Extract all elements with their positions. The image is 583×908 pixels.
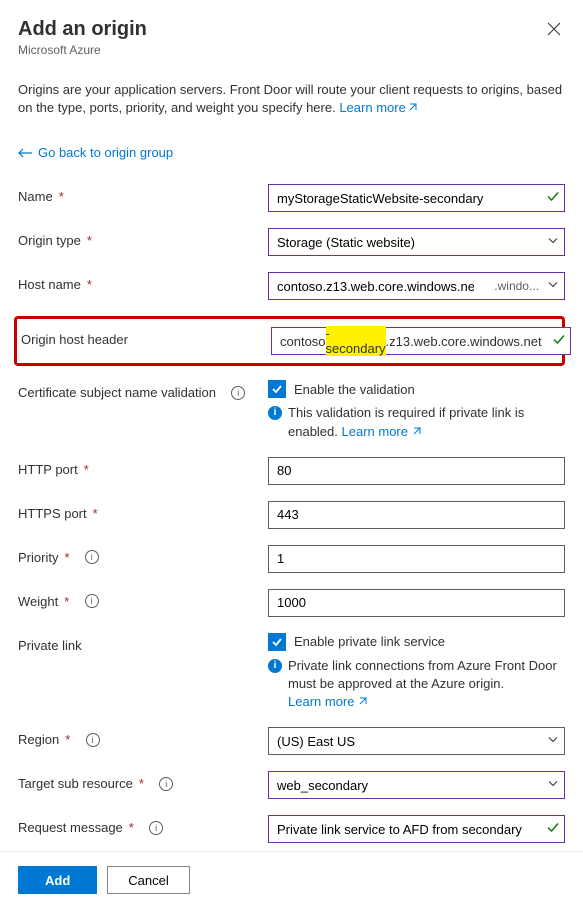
target-sub-resource-label: Target sub resource [18,776,133,791]
intro-learn-more-link[interactable]: Learn more [339,100,417,115]
required-indicator: * [64,550,69,565]
origin-type-select[interactable] [268,228,565,256]
name-label: Name [18,189,53,204]
add-button[interactable]: Add [18,866,97,894]
request-message-label: Request message [18,820,123,835]
origin-host-header-label: Origin host header [21,332,128,347]
info-icon[interactable]: i [86,733,100,747]
private-link-learn-more-link[interactable]: Learn more [288,694,368,709]
origin-host-header-highlight: Origin host header contoso-secondary.z13… [14,316,565,366]
info-icon[interactable]: i [149,821,163,835]
close-button[interactable] [543,18,565,43]
intro-text: Origins are your application servers. Fr… [18,81,565,117]
origin-type-label: Origin type [18,233,81,248]
required-indicator: * [65,732,70,747]
cert-validation-note: This validation is required if private l… [288,404,565,440]
cert-learn-more-link[interactable]: Learn more [342,424,422,439]
weight-label: Weight [18,594,58,609]
host-name-label: Host name [18,277,81,292]
target-sub-resource-select[interactable] [268,771,565,799]
panel-subtitle: Microsoft Azure [18,43,147,57]
cancel-button[interactable]: Cancel [107,866,189,894]
request-message-input[interactable] [268,815,565,843]
info-icon[interactable]: i [231,386,245,400]
arrow-left-icon [18,148,32,158]
back-link[interactable]: Go back to origin group [18,145,565,160]
required-indicator: * [87,277,92,292]
http-port-input[interactable] [268,457,565,485]
private-link-checkbox-label: Enable private link service [294,634,445,649]
required-indicator: * [64,594,69,609]
required-indicator: * [59,189,64,204]
cert-validation-checkbox[interactable] [268,380,286,398]
info-icon[interactable]: i [85,550,99,564]
name-input[interactable] [268,184,565,212]
region-label: Region [18,732,59,747]
https-port-input[interactable] [268,501,565,529]
origin-host-header-input[interactable]: contoso-secondary.z13.web.core.windows.n… [271,327,571,355]
required-indicator: * [87,233,92,248]
required-indicator: * [129,820,134,835]
host-name-select[interactable] [268,272,565,300]
panel-title: Add an origin [18,18,147,41]
private-link-note: Private link connections from Azure Fron… [288,657,565,712]
required-indicator: * [93,506,98,521]
cert-validation-checkbox-label: Enable the validation [294,382,415,397]
info-icon: i [268,659,282,673]
info-icon: i [268,406,282,420]
private-link-checkbox[interactable] [268,633,286,651]
close-icon [547,22,561,36]
required-indicator: * [84,462,89,477]
cert-validation-label: Certificate subject name validation [18,385,216,400]
external-link-icon [408,99,418,117]
priority-input[interactable] [268,545,565,573]
https-port-label: HTTPS port [18,506,87,521]
priority-label: Priority [18,550,58,565]
region-select[interactable] [268,727,565,755]
info-icon[interactable]: i [159,777,173,791]
info-icon[interactable]: i [85,594,99,608]
required-indicator: * [139,776,144,791]
private-link-label: Private link [18,638,82,653]
http-port-label: HTTP port [18,462,78,477]
weight-input[interactable] [268,589,565,617]
